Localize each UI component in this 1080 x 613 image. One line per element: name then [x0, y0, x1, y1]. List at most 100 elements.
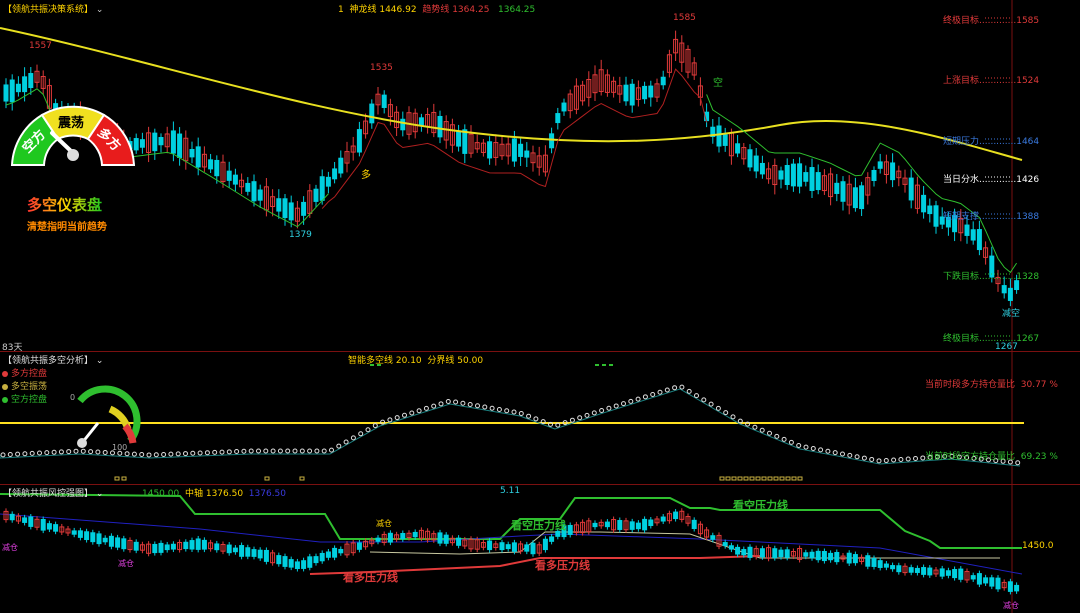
smart-line-dot — [431, 403, 437, 409]
level-label: 上涨目标 — [943, 76, 980, 86]
signal-tick — [737, 476, 743, 481]
candle-body — [542, 538, 548, 551]
level-dots: ............. — [979, 16, 1017, 26]
smart-line-dot — [876, 458, 882, 464]
smart-line-dot — [730, 414, 736, 420]
panel3-title-text: 【领航共振风控强图】 — [3, 489, 94, 499]
smart-line-dot — [650, 392, 656, 398]
risk-chart[interactable] — [0, 484, 1080, 613]
candle-body — [164, 544, 170, 551]
candle-body — [722, 542, 728, 547]
gauge-zero: 0 — [70, 393, 76, 402]
panel2-legend: 智能多空线 20.10 分界线 50.00 — [348, 353, 483, 366]
candle-body — [1014, 584, 1020, 592]
smart-line-dot — [869, 456, 875, 462]
candle-body — [257, 189, 263, 201]
long-short-panel[interactable]: 【领航共振多空分析】 ⌄ 智能多空线 20.10 分界线 50.00 多方控盘 … — [0, 351, 1080, 484]
smart-line-dot — [599, 408, 605, 413]
level-value: 1585 — [1016, 16, 1040, 26]
chevron-down-icon[interactable]: ⌄ — [96, 5, 104, 15]
candle-body — [375, 537, 381, 542]
candle-body — [462, 129, 468, 154]
candle-body — [673, 511, 679, 520]
candle-body — [530, 542, 536, 555]
candle-body — [319, 552, 325, 562]
candle-body — [232, 547, 238, 553]
long-short-chart[interactable] — [0, 351, 1080, 484]
smart-line-dot — [139, 452, 145, 458]
panel2-title[interactable]: 【领航共振多空分析】 ⌄ — [3, 353, 103, 366]
smart-line-dot — [234, 449, 240, 455]
smart-line-dot — [518, 410, 524, 416]
smart-line-dot — [467, 401, 473, 407]
legend-duo: 多方控盘 — [2, 366, 47, 379]
candle-body — [226, 170, 232, 181]
smart-line-dot — [767, 430, 772, 436]
candle-body — [815, 550, 821, 561]
smart-line-dot — [810, 445, 816, 451]
smart-line-dot — [7, 451, 13, 457]
peak-label: 1557 — [29, 41, 52, 51]
chevron-down-icon[interactable]: ⌄ — [96, 489, 104, 499]
smart-line-dot — [226, 449, 232, 455]
signal-duo: 多 — [361, 170, 371, 181]
candle-body — [189, 149, 195, 158]
candle-body — [232, 174, 238, 185]
smart-line-dot — [212, 449, 218, 455]
candle-body — [629, 521, 635, 530]
smart-line-dot — [832, 450, 838, 456]
peak-label: 1585 — [673, 13, 696, 23]
legend-kong-label: 空方控盘 — [11, 395, 48, 405]
smart-line-dot — [694, 393, 699, 399]
candle-body — [728, 545, 734, 550]
smart-line-dot — [80, 448, 86, 454]
gauge-subtitle: 清楚指明当前趋势 — [27, 222, 107, 233]
legend-kong: 空方控盘 — [2, 392, 47, 405]
panel3-title[interactable]: 【领航共振风控强图】 ⌄ — [3, 486, 103, 499]
signal-tick — [761, 476, 767, 481]
smart-line-dot — [358, 431, 364, 437]
jiancang-label: 减仓 — [118, 559, 134, 568]
duo-ratio-label: 当前时段多方持仓量比 — [925, 380, 1016, 390]
candle-body — [759, 548, 765, 558]
candle-body — [251, 549, 257, 557]
smart-line-dot — [475, 403, 480, 409]
shenlong-label: 神龙线 — [349, 5, 377, 15]
panel1-title[interactable]: 【领航共振决策系统】 ⌄ — [3, 2, 103, 15]
candle-body — [84, 531, 90, 541]
main-chart-panel[interactable]: 【领航共振决策系统】 ⌄ 1 神龙线 1446.92 趋势线 1364.25 1… — [0, 0, 1080, 353]
candle-body — [976, 573, 982, 585]
candle-body — [1007, 581, 1013, 592]
candle-body — [567, 524, 573, 535]
smart-line-dot — [898, 457, 904, 463]
signal-tick — [595, 364, 599, 366]
smart-line-dot — [44, 450, 50, 456]
level-dots: ............. — [979, 137, 1017, 147]
smart-line-dot — [715, 405, 721, 411]
signal-tick — [779, 476, 785, 481]
smart-label: 智能多空线 — [348, 356, 394, 366]
candle-body — [90, 532, 96, 543]
candle-body — [890, 162, 896, 181]
risk-control-panel[interactable]: 【领航共振风控强图】 ⌄ 1450.00 中轴 1376.50 1376.50 … — [0, 484, 1080, 613]
smart-line-dot — [161, 451, 167, 457]
candle-body — [549, 536, 555, 542]
candle-body — [245, 547, 251, 557]
duo-pressure-label: 看多压力线 — [535, 559, 590, 572]
candle-body — [772, 548, 778, 559]
candle-body — [815, 172, 821, 191]
smart-line-dot — [591, 410, 597, 416]
chevron-down-icon[interactable]: ⌄ — [96, 356, 104, 366]
mid-value: 1376.50 — [205, 489, 244, 499]
candle-body — [797, 163, 803, 187]
candle-body — [28, 73, 34, 89]
smart-line-dot — [256, 448, 261, 454]
candle-body — [325, 551, 331, 558]
smart-line-dot — [372, 423, 378, 429]
candle-body — [927, 205, 933, 215]
candle-body — [332, 168, 338, 180]
smart-line-dot — [146, 452, 152, 458]
level-row: 下跌目标.............1328 — [943, 269, 1039, 282]
indicator-num: 1 — [338, 5, 344, 15]
price-chart[interactable] — [0, 0, 1080, 351]
